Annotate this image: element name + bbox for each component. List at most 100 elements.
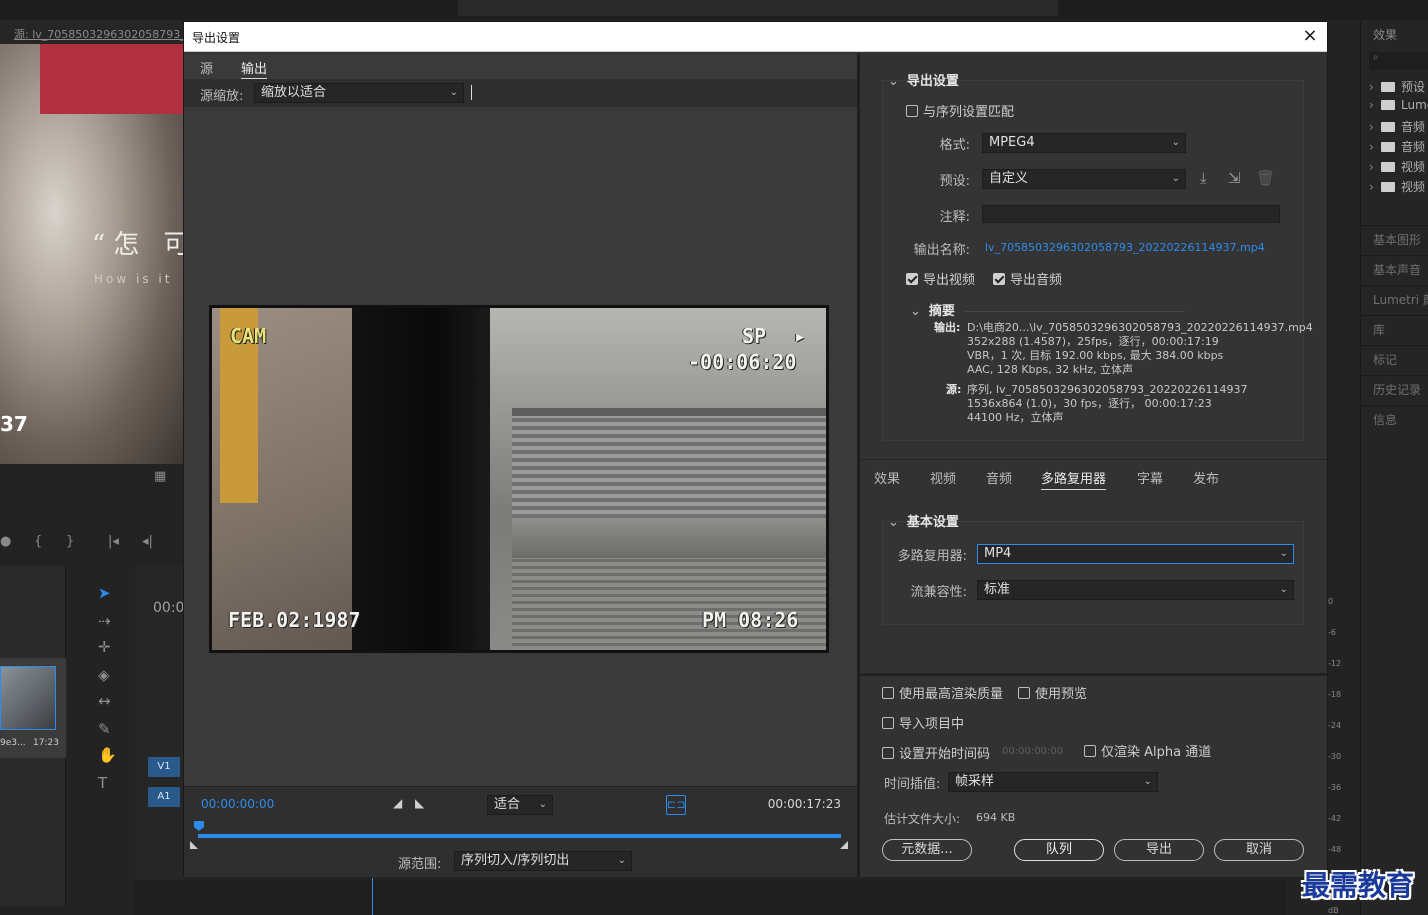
osd-cam: CAM <box>230 324 267 348</box>
tab-audio[interactable]: 音频 <box>986 468 1012 487</box>
effects-item[interactable]: › 音频 <box>1369 118 1428 138</box>
effects-item[interactable]: › 视频 <box>1369 158 1428 178</box>
panel-tab[interactable]: 库 <box>1361 315 1428 343</box>
watermark-logo: 最需教育 <box>1302 869 1415 902</box>
selection-tool-icon[interactable]: ➤ <box>98 584 111 602</box>
project-clip-thumbnail[interactable]: 9e3... 17:23 <box>0 658 66 758</box>
basic-settings-header[interactable]: ⌄ 基本设置 <box>888 511 959 530</box>
export-audio-checkbox[interactable]: 导出音频 <box>993 269 1062 288</box>
tab-publish[interactable]: 发布 <box>1193 468 1219 487</box>
export-button[interactable]: 导出 <box>1114 839 1204 861</box>
tab-captions[interactable]: 字幕 <box>1137 468 1163 487</box>
out-point-handle[interactable] <box>840 841 848 849</box>
mark-in-icon[interactable]: ● <box>0 534 11 549</box>
set-out-icon[interactable]: ◣ <box>415 796 424 810</box>
match-sequence-checkbox[interactable]: 与序列设置匹配 <box>906 101 1014 120</box>
tab-source[interactable]: 源 <box>200 58 213 77</box>
summary-source-details: 序列, lv_7058503296302058793_2022022611493… <box>967 383 1248 424</box>
source-monitor-frame: “怎 可 How is it 37 <box>0 44 183 464</box>
timeline-timecode[interactable]: 00:0 <box>153 600 184 616</box>
format-dropdown[interactable]: MPEG4 ⌄ <box>982 133 1186 153</box>
source-scaling-label: 源缩放: <box>200 89 244 104</box>
close-icon[interactable]: × <box>1299 25 1321 47</box>
preview-tabs: 源 输出 <box>184 53 857 79</box>
export-video-checkbox[interactable]: 导出视频 <box>906 269 975 288</box>
output-name-link[interactable]: lv_7058503296302058793_20220226114937.mp… <box>985 241 1265 254</box>
slip-icon[interactable]: ↔ <box>98 692 111 710</box>
save-preset-icon[interactable]: ⤓ <box>1200 169 1207 187</box>
comment-field[interactable] <box>982 205 1280 223</box>
hand-icon[interactable]: ✋ <box>98 746 117 764</box>
timeline-scrubber[interactable] <box>198 834 841 838</box>
export-settings-dialog: 导出设置 × 源 输出 源缩放: 缩放以适合 ⌄ CAM SP ▸ -00:06… <box>183 21 1328 877</box>
panel-tab[interactable]: Lumetri 颜色 <box>1361 285 1428 313</box>
source-range-dropdown[interactable]: 序列切入/序列切出 ⌄ <box>454 851 632 871</box>
start-timecode-field[interactable]: 00:00:00:00 <box>1002 746 1063 757</box>
pen-icon[interactable]: ✎ <box>98 720 111 738</box>
effects-title[interactable]: 效果 <box>1373 26 1397 43</box>
tab-video[interactable]: 视频 <box>930 468 956 487</box>
queue-button[interactable]: 队列 <box>1014 839 1104 861</box>
timeline-ruler <box>135 880 1285 915</box>
panel-tab[interactable]: 信息 <box>1361 405 1428 433</box>
track-v1[interactable]: V1 <box>148 757 180 777</box>
source-scaling-bar: 源缩放: 缩放以适合 ⌄ <box>184 79 857 107</box>
import-project-checkbox[interactable]: 导入项目中 <box>882 713 964 732</box>
preset-dropdown[interactable]: 自定义 ⌄ <box>982 169 1186 189</box>
export-settings-header[interactable]: ⌄ 导出设置 <box>888 70 959 89</box>
tab-multiplexer[interactable]: 多路复用器 <box>1041 468 1107 490</box>
track-a1[interactable]: A1 <box>148 787 180 807</box>
playhead-handle[interactable] <box>194 821 204 831</box>
set-start-timecode-checkbox[interactable]: 设置开始时间码 <box>882 743 990 762</box>
app-topbar <box>0 0 1428 20</box>
tab-effects[interactable]: 效果 <box>874 468 900 487</box>
checkbox-box <box>906 273 918 285</box>
type-icon[interactable]: T <box>98 774 107 792</box>
tab-output[interactable]: 输出 <box>241 58 268 79</box>
go-to-in-icon[interactable]: |◂ <box>108 534 119 549</box>
step-back-icon[interactable]: ◂| <box>142 534 153 549</box>
use-previews-checkbox[interactable]: 使用预览 <box>1018 683 1087 702</box>
checkbox-box <box>1018 687 1030 699</box>
metadata-button[interactable]: 元数据... <box>882 839 972 861</box>
in-point-handle[interactable] <box>190 841 198 849</box>
cancel-button[interactable]: 取消 <box>1214 839 1304 861</box>
settings-tabs: 效果 视频 音频 多路复用器 字幕 发布 <box>860 459 1327 490</box>
source-monitor-controls: ▦ ● { } |◂ ◂| <box>0 464 183 560</box>
track-select-icon[interactable]: ⇢ <box>98 612 111 630</box>
delete-preset-icon[interactable]: 🗑 <box>1256 169 1275 187</box>
time-interpolation-dropdown[interactable]: 帧采样 ⌄ <box>948 772 1158 792</box>
chevron-down-icon: ⌄ <box>888 74 899 89</box>
panel-tab[interactable]: 基本声音 <box>1361 255 1428 283</box>
stream-compat-dropdown[interactable]: 标准 ⌄ <box>977 580 1294 600</box>
source-monitor-tab[interactable]: 源: lv_7058503296302058793_20... <box>14 26 210 42</box>
effects-item[interactable]: › 视频 <box>1369 178 1428 198</box>
current-timecode[interactable]: 00:00:00:00 <box>201 797 274 811</box>
set-in-icon[interactable]: ◢ <box>393 796 402 810</box>
multiplexer-dropdown[interactable]: MP4 ⌄ <box>977 544 1294 564</box>
effects-item[interactable]: ›Lumetri <box>1369 98 1428 118</box>
timeline-playhead[interactable] <box>372 878 373 915</box>
import-preset-icon[interactable]: ⇲ <box>1228 169 1241 187</box>
effects-item[interactable]: › 预设 <box>1369 78 1428 98</box>
export-frame-icon[interactable]: ▦ <box>154 469 166 484</box>
panel-tab[interactable]: 历史记录 <box>1361 375 1428 403</box>
format-label: 格式: <box>939 138 970 153</box>
osd-sp: SP <box>742 324 767 348</box>
panel-tab[interactable]: 基本图形 <box>1361 225 1428 253</box>
crop-icon[interactable]: ⊏⊐ <box>666 795 686 815</box>
brace-out-icon[interactable]: } <box>66 534 74 549</box>
razor-icon[interactable]: ◈ <box>98 666 110 684</box>
max-render-quality-checkbox[interactable]: 使用最高渲染质量 <box>882 683 1003 702</box>
play-icon: ▸ <box>794 324 807 348</box>
brace-in-icon[interactable]: { <box>34 534 42 549</box>
effects-search[interactable]: ⌕ <box>1369 52 1428 70</box>
panel-tab[interactable]: 标记 <box>1361 345 1428 373</box>
summary-header[interactable]: ⌄ 摘要 <box>910 300 1185 319</box>
video-frame: CAM SP ▸ -00:06:20 FEB.02:1987 PM 08:26 <box>209 305 829 653</box>
ripple-edit-icon[interactable]: ✛ <box>98 638 111 656</box>
effects-item[interactable]: › 音频 <box>1369 138 1428 158</box>
fit-dropdown[interactable]: 适合 ⌄ <box>487 795 553 815</box>
source-scaling-dropdown[interactable]: 缩放以适合 ⌄ <box>254 83 464 103</box>
render-alpha-checkbox[interactable]: 仅渲染 Alpha 通道 <box>1084 741 1211 760</box>
